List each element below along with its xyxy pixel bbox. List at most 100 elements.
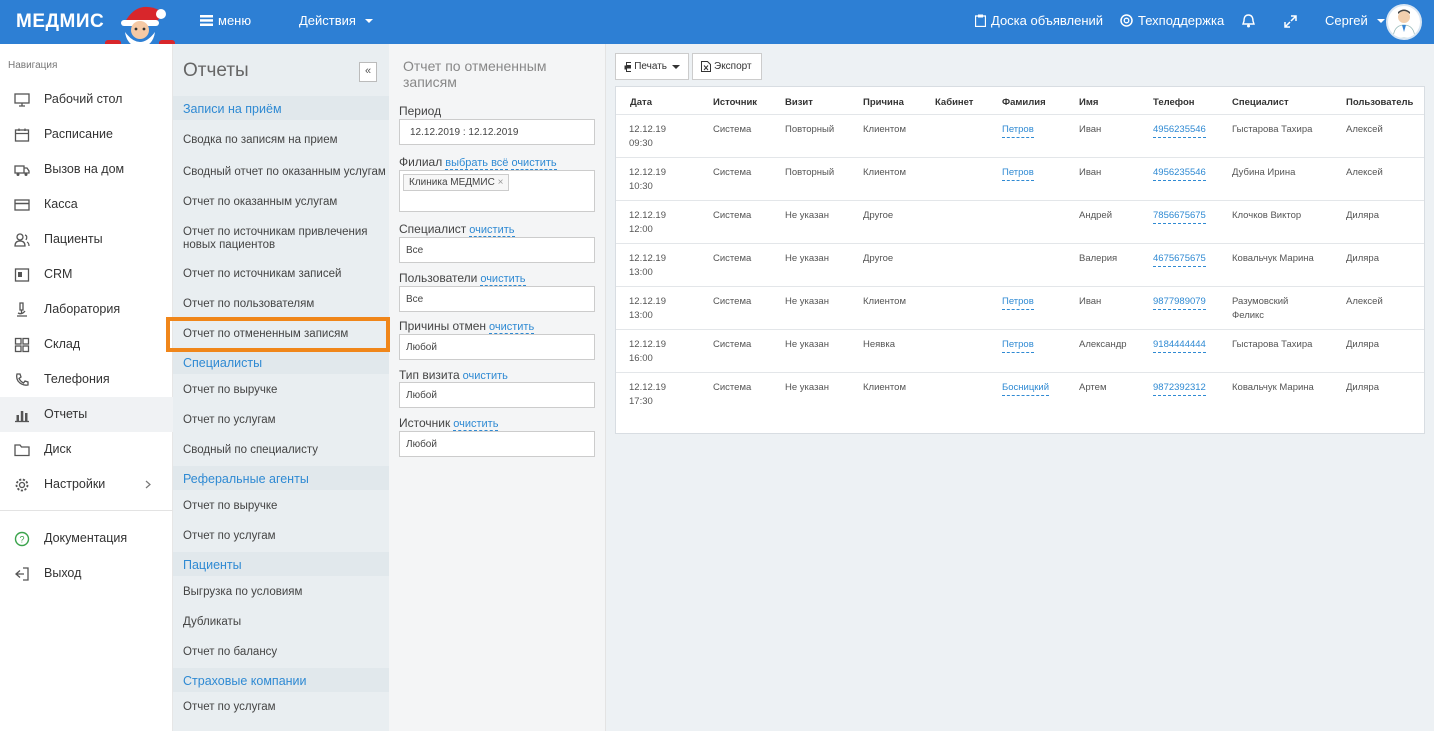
remove-tag-icon[interactable]: × xyxy=(498,177,504,188)
select-all-link[interactable]: выбрать всё xyxy=(445,157,509,170)
report-link[interactable]: Отчет по выручке xyxy=(173,384,389,397)
clear-link[interactable]: очистить xyxy=(480,273,526,286)
filters-title: Отчет по отмененным записям xyxy=(403,58,547,90)
column-header[interactable]: Дата xyxy=(630,97,652,108)
branch-multiselect[interactable]: Клиника МЕДМИС × xyxy=(399,170,595,212)
report-link[interactable]: Сводный по специалисту xyxy=(173,444,389,457)
report-link[interactable]: Дубликаты xyxy=(173,616,389,629)
export-label: Экспорт xyxy=(714,61,752,72)
clear-link[interactable]: очистить xyxy=(511,157,557,170)
actions-dropdown[interactable]: Действия xyxy=(299,13,373,28)
nav-item-documentation[interactable]: ? Документация xyxy=(0,521,173,556)
report-link[interactable]: Отчет по услугам xyxy=(173,414,389,427)
column-header[interactable]: Источник xyxy=(713,97,757,108)
branch-tag: Клиника МЕДМИС × xyxy=(403,174,510,191)
nav-item-crm[interactable]: CRM xyxy=(0,257,173,292)
phone-link[interactable]: 4956235546 xyxy=(1153,123,1206,138)
column-header[interactable]: Фамилия xyxy=(1002,97,1046,108)
patient-surname-link[interactable]: Петров xyxy=(1002,166,1034,181)
patient-surname-link[interactable]: Петров xyxy=(1002,123,1034,138)
table-row[interactable]: 12.12.19 13:00 Система Не указан Клиентом… xyxy=(616,286,1424,329)
nav-item-home-call[interactable]: Вызов на дом xyxy=(0,152,173,187)
report-link[interactable]: Отчет по услугам xyxy=(173,530,389,543)
file-excel-icon xyxy=(701,61,711,72)
report-results: Печать Экспорт Дата Источник Визит Причи… xyxy=(606,44,1434,731)
table-row[interactable]: 12.12.19 10:30 Система Повторный Клиентом… xyxy=(616,157,1424,200)
phone-link[interactable]: 4675675675 xyxy=(1153,252,1206,267)
phone-link[interactable]: 9872392312 xyxy=(1153,381,1206,396)
report-link[interactable]: Сводный отчет по оказанным услугам xyxy=(173,166,389,179)
cell-specialist: Клочков Виктор xyxy=(1232,210,1302,221)
report-link[interactable]: Сводка по записям на прием xyxy=(173,134,389,147)
report-link[interactable]: Отчет по источникам записей xyxy=(173,268,389,281)
visit-type-select[interactable]: Любой xyxy=(399,382,595,408)
cell-user: Алексей xyxy=(1346,167,1383,178)
nav-item-warehouse[interactable]: Склад xyxy=(0,327,173,362)
nav-item-telephony[interactable]: Телефония xyxy=(0,362,173,397)
phone-link[interactable]: 9184444444 xyxy=(1153,338,1206,353)
report-link[interactable]: Отчет по источникам привлечения новых па… xyxy=(173,226,373,252)
clear-link[interactable]: очистить xyxy=(453,418,499,431)
nav-item-reports[interactable]: Отчеты xyxy=(0,397,173,432)
menu-button[interactable]: меню xyxy=(200,13,251,28)
users-select[interactable]: Все xyxy=(399,286,595,312)
specialist-select[interactable]: Все xyxy=(399,237,595,263)
column-header[interactable]: Пользователь xyxy=(1346,97,1413,108)
nav-item-patients[interactable]: Пациенты xyxy=(0,222,173,257)
nav-item-label: Рабочий стол xyxy=(44,92,123,106)
cell-source: Система xyxy=(713,167,752,178)
gear-icon xyxy=(15,478,29,492)
column-header[interactable]: Телефон xyxy=(1153,97,1195,108)
column-header[interactable]: Специалист xyxy=(1232,97,1289,108)
app-logo[interactable]: МЕДМИС xyxy=(16,11,104,33)
user-menu[interactable]: Сергей xyxy=(1325,13,1385,28)
nav-item-settings[interactable]: Настройки xyxy=(0,467,173,502)
nav-item-disk[interactable]: Диск xyxy=(0,432,173,467)
phone-link[interactable]: 9877989079 xyxy=(1153,295,1206,310)
report-link[interactable]: Выгрузка по условиям xyxy=(173,586,389,599)
reasons-select[interactable]: Любой xyxy=(399,334,595,360)
nav-item-logout[interactable]: Выход xyxy=(0,556,173,591)
menu-icon xyxy=(200,15,213,26)
table-row[interactable]: 12.12.19 17:30 Система Не указан Клиентом… xyxy=(616,372,1424,415)
column-header[interactable]: Причина xyxy=(863,97,904,108)
report-link[interactable]: Отчет по услугам xyxy=(173,701,389,714)
reports-panel: Отчеты « Записи на приём Сводка по запис… xyxy=(173,44,389,731)
crm-icon xyxy=(14,268,30,282)
column-header[interactable]: Визит xyxy=(785,97,813,108)
fullscreen-icon[interactable] xyxy=(1284,15,1297,28)
period-input[interactable]: 12.12.2019 : 12.12.2019 xyxy=(399,119,595,145)
board-link[interactable]: Доска объявлений xyxy=(975,13,1103,28)
support-label: Техподдержка xyxy=(1138,13,1225,28)
chevron-right-icon xyxy=(145,480,151,489)
clear-link[interactable]: очистить xyxy=(489,321,535,334)
report-link[interactable]: Отчет по балансу xyxy=(173,646,389,659)
patient-surname-link[interactable]: Босницкий xyxy=(1002,381,1050,396)
phone-link[interactable]: 4956235546 xyxy=(1153,166,1206,181)
collapse-button[interactable]: « xyxy=(359,62,377,82)
clear-link[interactable]: очистить xyxy=(469,224,515,237)
patient-surname-link[interactable]: Петров xyxy=(1002,295,1034,310)
nav-item-desktop[interactable]: Рабочий стол xyxy=(0,82,173,117)
report-link[interactable]: Отчет по выручке xyxy=(173,500,389,513)
column-header[interactable]: Кабинет xyxy=(935,97,973,108)
patient-surname-link[interactable]: Петров xyxy=(1002,338,1034,353)
source-select[interactable]: Любой xyxy=(399,431,595,457)
table-row[interactable]: 12.12.19 16:00 Система Не указан Неявка П… xyxy=(616,329,1424,372)
report-link[interactable]: Отчет по оказанным услугам xyxy=(173,196,389,209)
table-row[interactable]: 12.12.19 12:00 Система Не указан Другое А… xyxy=(616,200,1424,243)
column-header[interactable]: Имя xyxy=(1079,97,1098,108)
report-link[interactable]: Отчет по пользователям xyxy=(173,298,389,311)
nav-item-schedule[interactable]: Расписание xyxy=(0,117,173,152)
nav-item-laboratory[interactable]: Лаборатория xyxy=(0,292,173,327)
nav-item-cashbox[interactable]: Касса xyxy=(0,187,173,222)
support-link[interactable]: Техподдержка xyxy=(1120,13,1224,28)
export-button[interactable]: Экспорт xyxy=(692,53,762,80)
table-row[interactable]: 12.12.19 09:30 Система Повторный Клиентом… xyxy=(616,114,1424,157)
phone-link[interactable]: 7856675675 xyxy=(1153,209,1206,224)
table-row[interactable]: 12.12.19 13:00 Система Не указан Другое В… xyxy=(616,243,1424,286)
avatar[interactable] xyxy=(1386,4,1422,40)
print-button[interactable]: Печать xyxy=(615,53,689,80)
bell-icon[interactable] xyxy=(1242,14,1255,28)
source-label: Источник очистить xyxy=(399,416,499,431)
